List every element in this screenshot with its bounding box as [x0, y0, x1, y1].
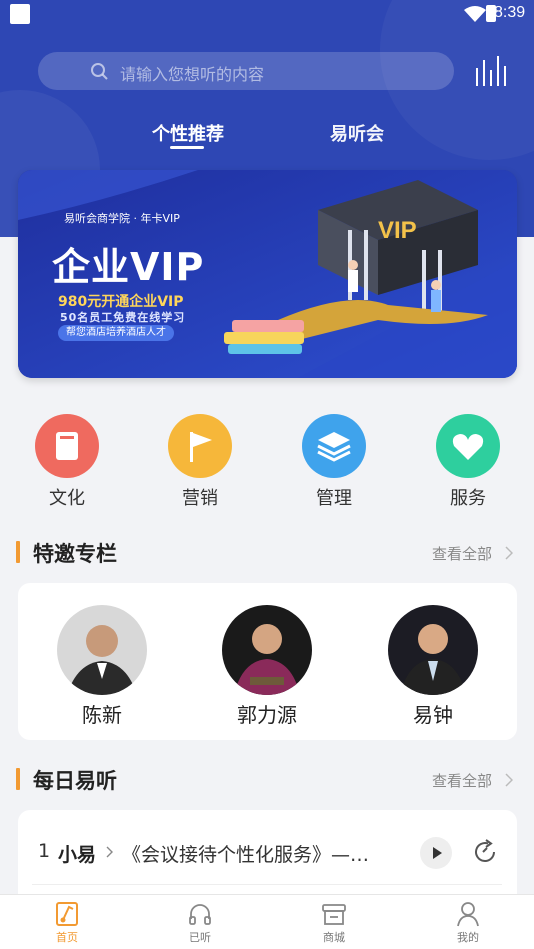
avatar: [388, 605, 478, 695]
section-accent: [16, 768, 20, 790]
category-label: 服务: [450, 488, 486, 509]
lecturer-item[interactable]: 陈新: [52, 605, 152, 728]
book-icon: [35, 414, 99, 478]
nav-label: 商城: [323, 931, 345, 944]
play-icon: [433, 847, 442, 859]
section-accent: [16, 541, 20, 563]
layers-icon: [302, 414, 366, 478]
search-bar[interactable]: 请输入您想听的内容: [38, 52, 454, 90]
category-label: 营销: [182, 488, 218, 509]
nav-label: 首页: [56, 931, 78, 944]
clock: 8:39: [494, 4, 526, 21]
banner-subtitle: 易听会商学院 · 年卡VIP: [64, 212, 180, 225]
avatar: [57, 605, 147, 695]
notification-icon: [10, 4, 30, 24]
play-button[interactable]: [420, 837, 452, 869]
chevron-right-icon: [505, 546, 513, 560]
banner-title: 企业VIP: [52, 245, 205, 289]
nav-label: 我的: [457, 931, 479, 944]
featured-section-header: 特邀专栏 查看全部: [0, 538, 534, 568]
store-icon: [322, 904, 346, 925]
svg-text:VIP: VIP: [378, 217, 417, 244]
lecturer-name: 陈新: [82, 703, 122, 727]
home-music-icon: [56, 902, 78, 926]
nav-profile[interactable]: 我的: [428, 901, 508, 945]
search-icon: [91, 63, 108, 80]
view-all-link[interactable]: 查看全部: [432, 770, 492, 791]
view-all-link[interactable]: 查看全部: [432, 543, 492, 564]
list-item[interactable]: 1 小易 《会议接待个性化服务》—…: [18, 832, 517, 872]
category-management[interactable]: 管理: [294, 414, 374, 510]
heart-icon: [436, 414, 500, 478]
category-grid: 文化 营销 管理 服务: [0, 414, 534, 514]
daily-list-card: 1 小易 《会议接待个性化服务》—…: [18, 810, 517, 894]
tab-recommend[interactable]: 个性推荐: [152, 120, 224, 146]
category-culture[interactable]: 文化: [27, 414, 107, 510]
promo-banner[interactable]: VIP 易听会商学院 · 年卡VIP 企业VIP 980元开通企业VIP 50名…: [18, 170, 517, 378]
divider: [32, 884, 502, 885]
nav-label: 已听: [189, 931, 211, 944]
status-bar: 8:39: [0, 0, 534, 30]
section-title: 每日易听: [33, 769, 117, 793]
audio-wave-icon[interactable]: [474, 56, 510, 86]
banner-line2: 50名员工免费在线学习: [60, 311, 186, 324]
category-label: 文化: [49, 488, 85, 509]
daily-section-header: 每日易听 查看全部: [0, 765, 534, 795]
nav-listened[interactable]: 已听: [160, 901, 240, 945]
lecturer-item[interactable]: 郭力源: [217, 605, 317, 728]
active-tab-indicator: [170, 146, 204, 149]
item-author: 小易: [58, 844, 97, 866]
search-placeholder: 请输入您想听的内容: [120, 65, 265, 84]
avatar: [222, 605, 312, 695]
lecturer-name: 郭力源: [237, 703, 297, 727]
section-title: 特邀专栏: [33, 542, 117, 566]
top-tabs: 个性推荐 易听会: [0, 120, 534, 160]
user-icon: [457, 902, 479, 927]
flag-icon: [168, 414, 232, 478]
category-service[interactable]: 服务: [428, 414, 508, 510]
nav-home[interactable]: 首页: [27, 901, 107, 945]
tab-yitinghui[interactable]: 易听会: [330, 120, 384, 146]
wifi-icon: [464, 6, 486, 22]
lecturer-name: 易钟: [413, 703, 453, 727]
banner-line1: 980元开通企业VIP: [58, 294, 184, 310]
chevron-right-icon: [106, 846, 113, 858]
banner-pill: 帮您酒店培养酒店人才: [58, 325, 174, 341]
nav-store[interactable]: 商城: [294, 901, 374, 945]
featured-lecturers-card: 陈新 郭力源 易钟: [18, 583, 517, 740]
item-title: 《会议接待个性化服务》—…: [122, 844, 370, 866]
chevron-right-icon: [505, 773, 513, 787]
lecturer-item[interactable]: 易钟: [383, 605, 483, 728]
category-marketing[interactable]: 营销: [160, 414, 240, 510]
headphones-icon: [189, 904, 211, 925]
item-index: 1: [38, 840, 51, 862]
refresh-icon[interactable]: [470, 837, 500, 867]
bottom-nav: 首页 已听 商城 我的: [0, 894, 534, 949]
category-label: 管理: [316, 488, 352, 509]
